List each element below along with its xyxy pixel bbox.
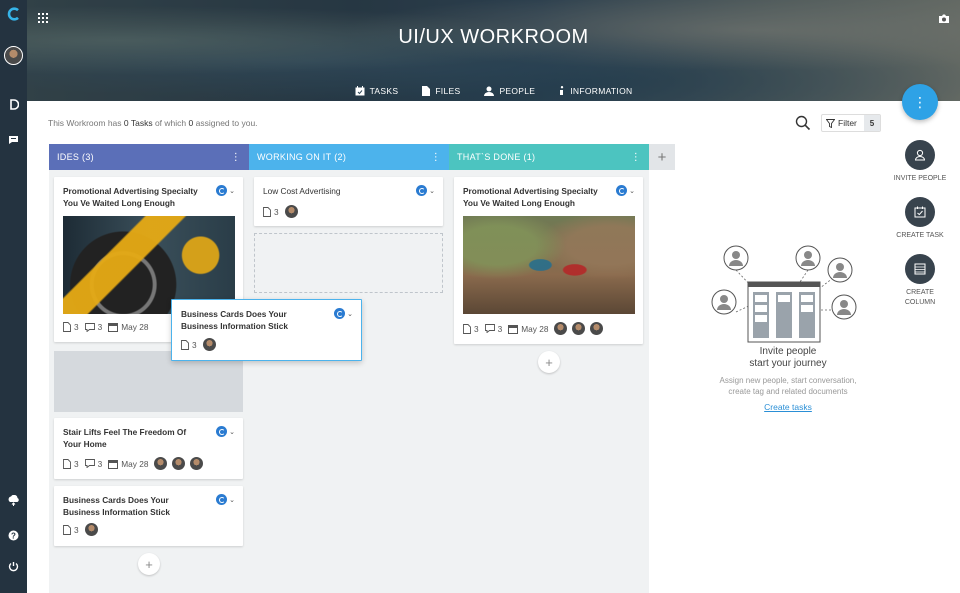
column-header: IDES (3) ⋮ bbox=[49, 144, 249, 170]
power-icon[interactable] bbox=[0, 559, 27, 573]
status-badge[interactable]: ⌄ bbox=[416, 185, 435, 196]
help-icon[interactable]: ? bbox=[0, 528, 27, 542]
create-tasks-link[interactable]: Create tasks bbox=[764, 402, 812, 412]
due-date: May 28 bbox=[108, 459, 148, 469]
avatar bbox=[554, 322, 568, 335]
status-badge[interactable]: ⌄ bbox=[216, 494, 235, 505]
workroom-summary: This Workroom has 0 Tasks of which 0 ass… bbox=[48, 118, 258, 128]
columns-icon bbox=[905, 254, 935, 284]
left-rail: ? bbox=[0, 0, 27, 593]
more-actions-button[interactable]: ⋮ bbox=[902, 84, 938, 120]
create-task-button[interactable]: CREATE TASK bbox=[890, 197, 950, 241]
c-logo-icon[interactable] bbox=[0, 6, 27, 22]
chat-icon[interactable] bbox=[0, 133, 27, 147]
funnel-icon bbox=[826, 118, 835, 128]
filter-button[interactable]: Filter 5 bbox=[821, 114, 881, 132]
filter-count: 5 bbox=[864, 115, 880, 131]
d-icon[interactable] bbox=[0, 97, 27, 111]
cloud-icon[interactable] bbox=[0, 493, 27, 509]
status-badge[interactable]: ⌄ bbox=[616, 185, 635, 196]
add-task-button[interactable]: + bbox=[138, 553, 160, 575]
column-menu-icon[interactable]: ⋮ bbox=[431, 152, 441, 163]
create-column-button[interactable]: CREATE COLUMN bbox=[890, 254, 950, 308]
column-header: THAT`S DONE (1) ⋮ bbox=[449, 144, 649, 170]
comments-count: 3 bbox=[484, 324, 502, 334]
calendar-icon bbox=[355, 86, 365, 96]
tab-information[interactable]: INFORMATION bbox=[547, 84, 644, 98]
status-badge[interactable]: ⌄ bbox=[216, 426, 235, 437]
task-card[interactable]: Stair Lifts Feel The Freedom Of Your Hom… bbox=[54, 418, 243, 479]
calendar-check-icon bbox=[905, 197, 935, 227]
column-menu-icon[interactable]: ⋮ bbox=[631, 152, 641, 163]
info-icon bbox=[560, 86, 564, 95]
comments-count: 3 bbox=[84, 459, 102, 469]
workroom-header: UI/UX WORKROOM TASKS FILES PEOPLE INFORM… bbox=[27, 0, 960, 101]
avatar bbox=[84, 523, 98, 536]
avatar bbox=[572, 322, 586, 335]
files-count: 3 bbox=[63, 525, 79, 535]
task-card[interactable]: Low Cost Advertising ⌄ 3 bbox=[254, 177, 443, 226]
avatar bbox=[154, 457, 168, 470]
person-icon bbox=[484, 86, 495, 96]
drop-zone bbox=[254, 233, 443, 293]
avatar[interactable] bbox=[0, 44, 27, 66]
avatar bbox=[190, 457, 204, 470]
task-card[interactable]: Business Cards Does Your Business Inform… bbox=[54, 486, 243, 546]
svg-text:?: ? bbox=[11, 531, 16, 540]
task-card[interactable]: Promotional Advertising Specialty You Ve… bbox=[454, 177, 643, 344]
file-icon bbox=[422, 86, 431, 96]
due-date: May 28 bbox=[108, 322, 148, 332]
page-title: UI/UX WORKROOM bbox=[398, 26, 589, 48]
tab-people[interactable]: PEOPLE bbox=[472, 84, 547, 98]
person-icon bbox=[905, 140, 935, 170]
status-badge[interactable]: ⌄ bbox=[216, 185, 235, 196]
files-count: 3 bbox=[63, 322, 79, 332]
invite-people-button[interactable]: INVITE PEOPLE bbox=[890, 140, 950, 184]
avatar bbox=[172, 457, 186, 470]
avatar bbox=[284, 205, 298, 218]
due-date: May 28 bbox=[508, 324, 548, 334]
add-column-button[interactable]: + bbox=[649, 144, 675, 170]
tab-files[interactable]: FILES bbox=[410, 84, 472, 98]
dragging-task-card[interactable]: Business Cards Does Your Business Inform… bbox=[171, 299, 362, 361]
files-count: 3 bbox=[263, 207, 279, 217]
workroom-tabs: TASKS FILES PEOPLE INFORMATION bbox=[27, 84, 960, 98]
avatar bbox=[590, 322, 604, 335]
add-task-button[interactable]: + bbox=[538, 351, 560, 373]
status-badge[interactable]: ⌄ bbox=[334, 308, 353, 319]
invite-empty-state: Invite people start your journey Assign … bbox=[708, 240, 868, 415]
avatar bbox=[202, 338, 216, 351]
column-menu-icon[interactable]: ⋮ bbox=[231, 152, 241, 163]
files-count: 3 bbox=[463, 324, 479, 334]
tab-tasks[interactable]: TASKS bbox=[343, 84, 411, 98]
invite-illustration bbox=[711, 245, 857, 343]
comments-count: 3 bbox=[84, 322, 102, 332]
column-header: WORKING ON IT (2) ⋮ bbox=[249, 144, 449, 170]
files-count: 3 bbox=[63, 459, 79, 469]
files-count: 3 bbox=[181, 340, 197, 350]
search-icon[interactable] bbox=[795, 115, 811, 131]
card-image bbox=[463, 216, 635, 314]
